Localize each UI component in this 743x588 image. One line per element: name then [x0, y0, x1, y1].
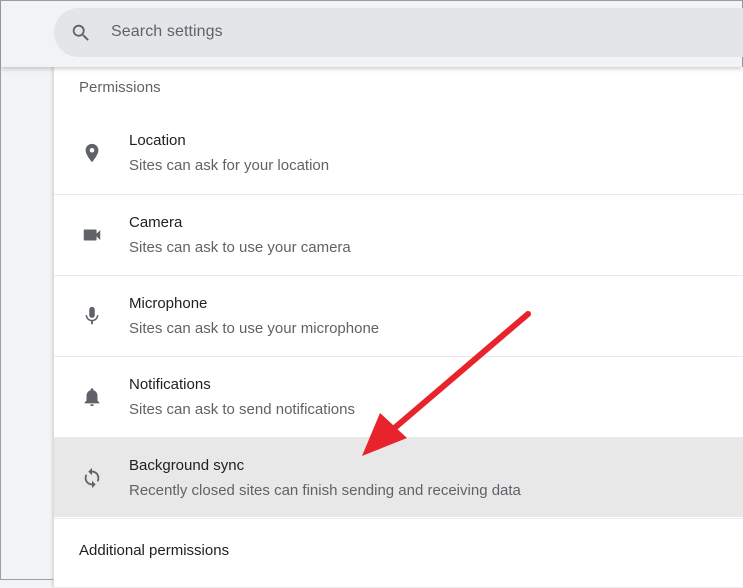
permission-subtitle: Recently closed sites can finish sending…: [129, 482, 521, 499]
bell-icon: [84, 388, 100, 407]
permission-title: Background sync: [129, 457, 245, 474]
permission-subtitle: Sites can ask to use your microphone: [129, 320, 380, 337]
permission-title: Camera: [129, 214, 183, 231]
location-pin-icon: [85, 143, 99, 163]
sync-icon: [84, 467, 100, 489]
permission-row-notifications[interactable]: Notifications Sites can ask to send noti…: [54, 356, 743, 436]
permission-row-background-sync[interactable]: Background sync Recently closed sites ca…: [54, 437, 743, 517]
top-toolbar: Search settings: [1, 1, 743, 67]
permission-title: Microphone: [129, 295, 208, 312]
search-input[interactable]: Search settings: [111, 23, 223, 41]
permission-subtitle: Sites can ask to use your camera: [129, 239, 351, 256]
camera-icon: [83, 229, 101, 241]
additional-permissions-title[interactable]: Additional permissions: [79, 542, 229, 559]
permission-title: Notifications: [129, 376, 211, 393]
permissions-card: Permissions Location Sites can ask for y…: [53, 67, 743, 587]
permission-row-camera[interactable]: Camera Sites can ask to use your camera: [54, 194, 743, 274]
permission-subtitle: Sites can ask to send notifications: [129, 401, 355, 418]
search-icon[interactable]: [70, 22, 92, 44]
permissions-section-title: Permissions: [79, 79, 161, 96]
permission-row-microphone[interactable]: Microphone Sites can ask to use your mic…: [54, 275, 743, 355]
permission-subtitle: Sites can ask for your location: [129, 157, 330, 174]
microphone-icon: [85, 306, 99, 325]
permission-row-location[interactable]: Location Sites can ask for your location: [54, 113, 743, 193]
permission-title: Location: [129, 132, 186, 149]
search-bar[interactable]: Search settings: [54, 8, 743, 57]
